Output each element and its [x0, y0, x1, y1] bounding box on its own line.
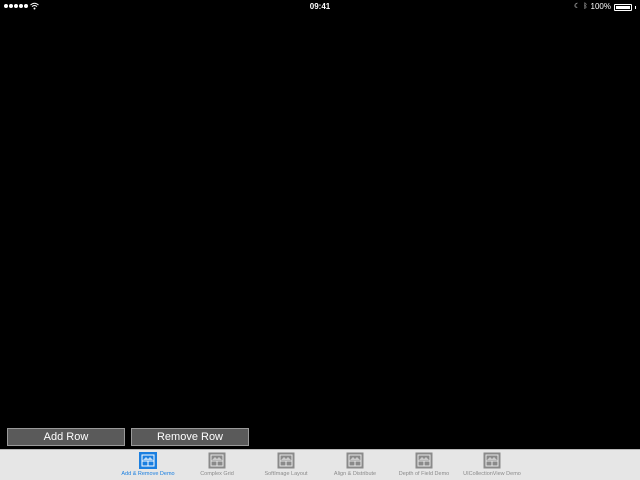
grid-layout-icon — [483, 452, 501, 469]
tab-label: Align & Distribute — [333, 471, 377, 477]
status-bar: 09:41 ☾ ᛒ 100% — [0, 0, 640, 14]
app-screen: 09:41 ☾ ᛒ 100% Add Row Remove Row Add & … — [0, 0, 640, 480]
add-row-button[interactable]: Add Row — [7, 428, 125, 446]
bluetooth-icon: ᛒ — [583, 3, 588, 10]
tab-softimage-layout[interactable]: SoftImage Layout — [246, 452, 326, 480]
tab-uicollectionview-demo[interactable]: UICollectionView Demo — [452, 452, 532, 480]
battery-nub — [635, 5, 636, 9]
grid-layout-icon — [277, 452, 295, 469]
status-time: 09:41 — [309, 2, 331, 11]
tab-complex-grid[interactable]: Complex Grid — [177, 452, 257, 480]
tab-label: UICollectionView Demo — [463, 471, 521, 477]
tab-bar: Add & Remove Demo Complex Grid SoftImage… — [0, 449, 640, 480]
tab-align-distribute[interactable]: Align & Distribute — [315, 452, 395, 480]
grid-layout-icon — [346, 452, 364, 469]
grid-layout-icon — [139, 452, 157, 469]
status-right-group: ☾ ᛒ 100% — [574, 0, 636, 14]
tab-label: Complex Grid — [200, 471, 234, 477]
tab-label: Add & Remove Demo — [121, 471, 175, 477]
battery-icon — [614, 3, 632, 11]
grid-layout-icon — [208, 452, 226, 469]
grid-layout-icon — [415, 452, 433, 469]
remove-row-button[interactable]: Remove Row — [131, 428, 249, 446]
tab-label: SoftImage Layout — [264, 471, 308, 477]
do-not-disturb-icon: ☾ — [574, 3, 581, 10]
battery-percent: 100% — [590, 2, 611, 11]
tab-add-remove-demo[interactable]: Add & Remove Demo — [108, 452, 188, 480]
